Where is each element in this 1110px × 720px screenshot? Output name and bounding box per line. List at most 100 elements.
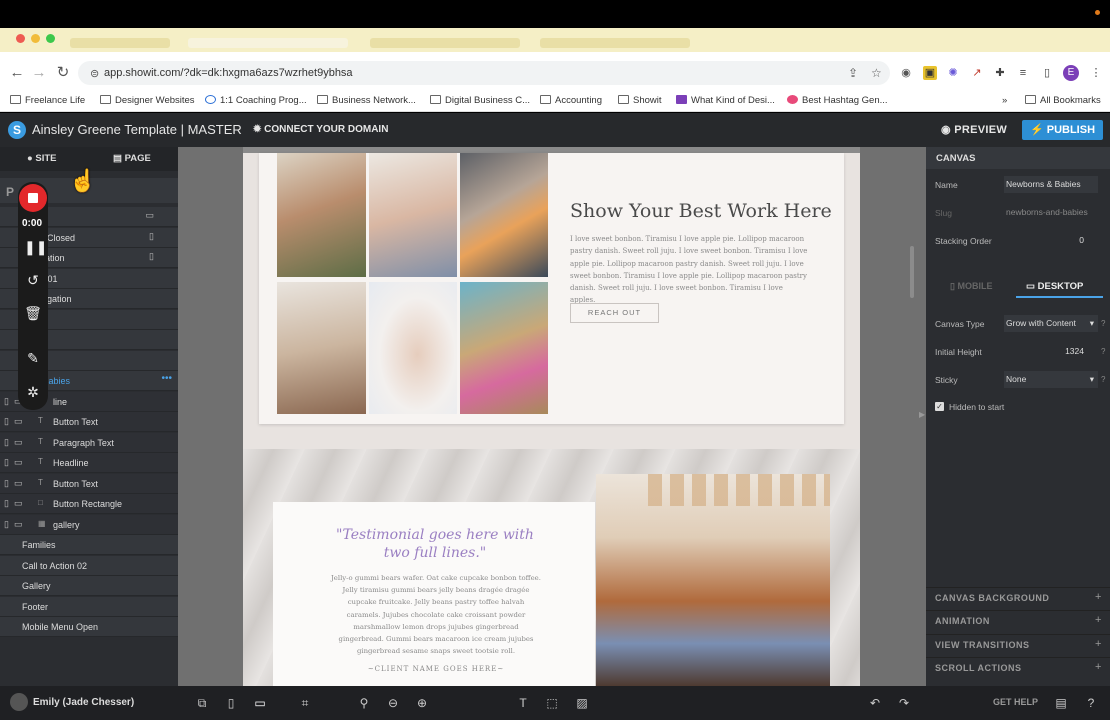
desktop-view-icon[interactable]: ▭ xyxy=(251,694,269,712)
camera-extension-icon[interactable]: ◉ xyxy=(899,66,913,80)
expand-icon[interactable]: + xyxy=(1095,614,1101,626)
browser-tab-active[interactable] xyxy=(188,38,348,48)
add-text-icon[interactable]: T xyxy=(514,694,532,712)
showit-logo-icon[interactable]: S xyxy=(8,121,26,139)
sticky-select[interactable]: None ▾ xyxy=(1004,371,1098,388)
testimonial-body[interactable]: Jelly-o gummi bears wafer. Oat cake cupc… xyxy=(330,572,542,657)
gallery-image[interactable] xyxy=(460,282,548,414)
layer-item[interactable]: ▯ ▭ T Button Text xyxy=(0,412,178,432)
desktop-mobile-view-icon[interactable]: ⧉ xyxy=(193,694,211,712)
paragraph-text[interactable]: I love sweet bonbon. Tiramisu I love app… xyxy=(570,233,810,307)
desktop-visibility-icon[interactable]: ▭ xyxy=(14,519,23,530)
restart-icon[interactable]: ↺ xyxy=(24,271,42,289)
all-bookmarks-button[interactable]: All Bookmarks xyxy=(1025,95,1101,106)
forward-icon[interactable]: → xyxy=(30,64,48,82)
more-options-icon[interactable]: ••• xyxy=(161,373,172,384)
mobile-visibility-icon[interactable]: ▯ xyxy=(4,437,9,448)
initial-height-field[interactable]: 1324 xyxy=(1004,343,1098,360)
layer-item[interactable]: ▯ ▭ ▦ gallery xyxy=(0,514,178,535)
canvas-name-field[interactable]: Newborns & Babies xyxy=(1004,176,1098,193)
more-bookmarks-button[interactable]: » xyxy=(1002,95,1007,106)
bookmark-what-kind[interactable]: What Kind of Desi... xyxy=(676,95,775,106)
tab-mobile[interactable]: ▯ MOBILE xyxy=(950,281,992,292)
chat-icon[interactable]: ? xyxy=(1082,694,1100,712)
connect-domain-button[interactable]: ✹ CONNECT YOUR DOMAIN xyxy=(253,124,388,135)
zoom-fit-icon[interactable]: ⚲ xyxy=(355,694,373,712)
bookmark-freelance-life[interactable]: Freelance Life xyxy=(10,95,85,106)
layer-item[interactable]: ▯ ▭ □ Button Rectangle xyxy=(0,494,178,514)
add-image-icon[interactable]: ▨ xyxy=(573,694,591,712)
trash-icon[interactable]: 🗑 xyxy=(24,304,42,322)
layer-item[interactable]: ▯ ▭ T Button Text xyxy=(0,473,178,494)
mobile-visibility-icon[interactable]: ▯ xyxy=(4,457,9,468)
profile-avatar[interactable]: E xyxy=(1063,65,1079,81)
pause-icon[interactable]: ❚❚ xyxy=(24,238,47,256)
get-help-link[interactable]: GET HELP xyxy=(993,697,1038,707)
url-text[interactable]: app.showit.com/?dk=dk:hxgma6azs7wzrhet9y… xyxy=(104,67,353,79)
mobile-visibility-icon[interactable]: ▯ xyxy=(4,498,9,509)
maximize-window-button[interactable] xyxy=(46,34,55,43)
desktop-visibility-icon[interactable]: ▭ xyxy=(14,478,23,489)
bookmark-accounting[interactable]: Accounting xyxy=(540,95,602,106)
bookmark-business-network[interactable]: Business Network... xyxy=(317,95,416,106)
avatar[interactable] xyxy=(10,693,28,711)
extension-arrow-icon[interactable]: ↗ xyxy=(970,66,984,80)
expand-icon[interactable]: + xyxy=(1095,661,1101,673)
publish-button[interactable]: ⚡ PUBLISH xyxy=(1022,120,1103,140)
hidden-to-start-checkbox[interactable]: ✓ xyxy=(935,402,944,411)
tab-page[interactable]: ▤ PAGE xyxy=(113,153,151,164)
bookmark-digital-business[interactable]: Digital Business C... xyxy=(430,95,530,106)
bookmark-designer-websites[interactable]: Designer Websites xyxy=(100,95,195,106)
minimize-window-button[interactable] xyxy=(31,34,40,43)
browser-tab[interactable] xyxy=(540,38,690,48)
canvas-item[interactable]: Families xyxy=(0,535,178,555)
effects-icon[interactable]: ✲ xyxy=(24,383,42,401)
docs-icon[interactable]: ▤ xyxy=(1052,694,1070,712)
desktop-visibility-icon[interactable]: ▭ xyxy=(14,457,23,468)
mobile-visibility-icon[interactable]: ▯ xyxy=(4,478,9,489)
preview-button[interactable]: ◉ PREVIEW xyxy=(941,123,1007,136)
mobile-visibility-icon[interactable]: ▯ xyxy=(4,519,9,530)
gallery-image[interactable] xyxy=(460,153,548,277)
zoom-in-icon[interactable]: ⊕ xyxy=(413,694,431,712)
canvas-item[interactable]: Mobile Menu Open xyxy=(0,617,178,637)
tab-desktop[interactable]: ▭ DESKTOP xyxy=(1026,281,1083,292)
bookmark-showit[interactable]: Showit xyxy=(618,95,662,106)
redo-icon[interactable]: ↷ xyxy=(895,694,913,712)
family-photo[interactable] xyxy=(596,474,830,686)
gallery-image[interactable] xyxy=(369,153,457,277)
tab-site[interactable]: ● SITE xyxy=(27,153,57,164)
close-window-button[interactable] xyxy=(16,34,25,43)
help-icon[interactable]: ? xyxy=(1101,347,1105,356)
gallery-image[interactable] xyxy=(369,282,457,414)
canvas-item[interactable]: Call to Action 02 xyxy=(0,555,178,576)
bookmark-hashtag[interactable]: Best Hashtag Gen... xyxy=(787,95,888,106)
extension-gear-icon[interactable]: ✺ xyxy=(946,66,960,80)
side-panel-icon[interactable]: ▯ xyxy=(1040,66,1054,80)
canvas-item[interactable]: Gallery xyxy=(0,576,178,596)
bookmark-coaching[interactable]: 1:1 Coaching Prog... xyxy=(205,95,307,106)
zoom-out-icon[interactable]: ⊖ xyxy=(384,694,402,712)
add-shape-icon[interactable]: ⬚ xyxy=(543,694,561,712)
stacking-order-field[interactable]: 0 xyxy=(1004,232,1098,249)
mobile-visibility-icon[interactable]: ▯ xyxy=(4,416,9,427)
headline[interactable]: Show Your Best Work Here xyxy=(570,200,832,222)
desktop-visibility-icon[interactable]: ▭ xyxy=(14,437,23,448)
help-icon[interactable]: ? xyxy=(1101,375,1105,384)
site-info-icon[interactable]: ⊜ xyxy=(90,67,99,80)
canvas-scrollbar[interactable] xyxy=(910,246,914,298)
mobile-view-icon[interactable]: ▯ xyxy=(222,694,240,712)
extensions-puzzle-icon[interactable]: ✚ xyxy=(993,66,1007,80)
reload-icon[interactable]: ↻ xyxy=(54,64,72,82)
collapse-right-icon[interactable]: ▶ xyxy=(919,410,925,419)
bookmark-star-icon[interactable]: ☆ xyxy=(871,66,882,80)
pencil-icon[interactable]: ✎ xyxy=(24,349,42,367)
crop-icon[interactable]: ⌗ xyxy=(296,694,314,712)
gallery-image[interactable] xyxy=(277,282,366,414)
browser-tab[interactable] xyxy=(370,38,520,48)
testimonial-quote[interactable]: "Testimonial goes here with two full lin… xyxy=(335,526,535,562)
desktop-visibility-icon[interactable]: ▭ xyxy=(14,498,23,509)
canvas-item[interactable]: Footer xyxy=(0,596,178,617)
layer-item[interactable]: ▯ ▭ T Paragraph Text xyxy=(0,432,178,453)
browser-tab[interactable] xyxy=(70,38,170,48)
